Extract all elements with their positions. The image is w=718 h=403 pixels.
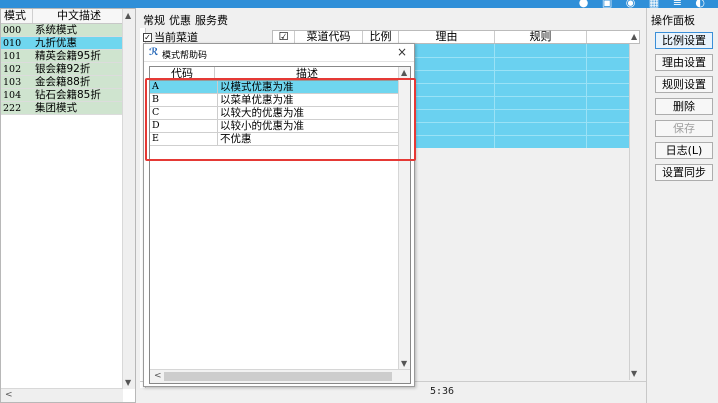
mode-description: 系统模式 [35,24,77,36]
mode-code: 222 [3,103,22,114]
mode-description: 钻石会籍85折 [35,89,101,101]
dialog-scroll-down-icon[interactable]: ▼ [401,359,407,368]
panel-button-0[interactable]: 比例设置 [655,32,713,49]
grid-scroll-down-icon[interactable]: ▼ [631,369,637,378]
mode-code: 103 [3,77,22,88]
mode-code: 000 [3,25,22,36]
app-logo-icon: ℛ [149,47,159,58]
dish-grid-header: ☑ 菜道代码 比例 理由 规则 [272,30,640,44]
mode-description: 银会籍92折 [35,63,91,75]
tab-service-fee[interactable]: 服务费 [195,12,228,28]
mode-list-header: 模式 中文描述 [1,9,135,24]
mode-row[interactable]: 103 金会籍88折 [1,76,123,89]
dialog-title: 模式帮助码 [162,51,208,61]
mode-description: 集团模式 [35,102,77,114]
dialog-scroll-left-icon[interactable]: < [154,371,162,381]
mode-row[interactable]: 222 集团模式 [1,102,123,115]
mode-list-vscrollbar[interactable]: ▲ ▼ [122,9,135,389]
grid-header-check[interactable]: ☑ [273,31,295,43]
grid-column-line [494,44,495,148]
mode-code: 102 [3,64,22,75]
mode-row[interactable]: 104 钻石会籍85折 [1,89,123,102]
mode-row[interactable]: 101 精英会籍95折 [1,50,123,63]
highlight-box [145,78,416,161]
mode-list-hscrollbar[interactable]: < [1,388,123,402]
status-time: 5:36 [430,386,455,397]
mode-row[interactable]: 000 系统模式 [1,24,123,37]
scroll-down-icon[interactable]: ▼ [125,378,131,387]
tab-strip: 常规 优惠 服务费 [143,12,228,28]
dialog-hscroll-thumb[interactable] [164,372,392,381]
close-icon[interactable]: × [397,45,407,59]
mode-description: 九折优惠 [35,37,77,49]
mode-code: 104 [3,90,22,101]
scroll-up-icon[interactable]: ▲ [125,11,131,20]
grid-scroll-up-icon[interactable]: ▲ [631,32,637,41]
dish-grid-vscrollbar[interactable]: ▲ ▼ [629,32,640,380]
grid-header-ratio[interactable]: 比例 [363,31,399,43]
app-window: ● ▣ ◉ ▦ ≡ ◐ 模式 中文描述 000 系统模式 010 九折优惠 101 精英会… [0,0,718,403]
header-description[interactable]: 中文描述 [33,9,123,23]
panel-button-5[interactable]: 日志(L) [655,142,713,159]
mode-description: 金会籍88折 [35,76,91,88]
mode-list: 模式 中文描述 000 系统模式 010 九折优惠 101 精英会籍95折 102 银会籍92… [0,8,136,403]
tab-general[interactable]: 常规 [143,12,165,28]
dialog-hscrollbar[interactable]: < [150,369,410,383]
grid-header-dish-code[interactable]: 菜道代码 [295,31,363,43]
panel-button-3[interactable]: 删除 [655,98,713,115]
grid-column-line [586,44,587,148]
mode-description: 精英会籍95折 [35,50,101,62]
grid-header-rule[interactable]: 规则 [495,31,587,43]
mode-code: 010 [3,38,22,49]
mode-rows: 000 系统模式 010 九折优惠 101 精英会籍95折 102 银会籍92折 103 金会籍8… [1,24,123,115]
dialog-scroll-up-icon[interactable]: ▲ [401,68,407,77]
mode-row[interactable]: 010 九折优惠 [1,37,123,50]
panel-button-6[interactable]: 设置同步 [655,164,713,181]
dialog-title-bar[interactable]: ℛ 模式帮助码 × [144,44,414,62]
header-mode[interactable]: 模式 [1,9,33,23]
grid-header-reason[interactable]: 理由 [399,31,495,43]
operation-panel: 操作面板 比例设置理由设置规则设置删除保存日志(L) 设置同步 [646,8,718,403]
mode-row[interactable]: 102 银会籍92折 [1,63,123,76]
title-bar: ● ▣ ◉ ▦ ≡ ◐ [0,0,718,9]
scroll-left-icon[interactable]: < [5,390,13,400]
panel-button-2[interactable]: 规则设置 [655,76,713,93]
tab-discount[interactable]: 优惠 [169,12,191,28]
panel-button-4: 保存 [655,120,713,137]
current-dish-checkbox[interactable]: ✓ [143,32,152,42]
operation-panel-title: 操作面板 [651,14,695,27]
mode-code: 101 [3,51,22,62]
panel-button-1[interactable]: 理由设置 [655,54,713,71]
